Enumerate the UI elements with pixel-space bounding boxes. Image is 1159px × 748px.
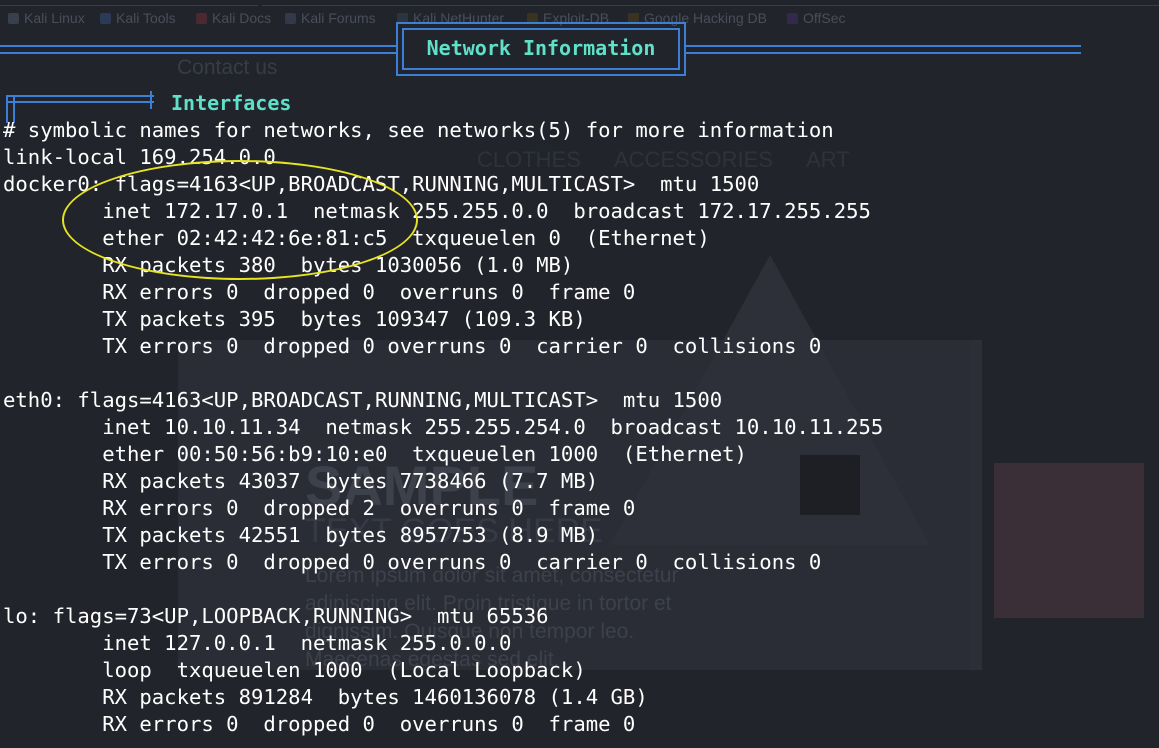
section-rule [6,95,154,103]
terminal-line: TX packets 42551 bytes 8957753 (8.9 MB) [3,523,599,547]
banner-rule-left [0,45,398,54]
terminal-line: RX errors 0 dropped 0 overruns 0 frame 0 [3,712,636,736]
terminal-line: RX packets 891284 bytes 1460136078 (1.4 … [3,685,648,709]
terminal-line: inet 127.0.0.1 netmask 255.0.0.0 [3,631,512,655]
terminal-line: RX errors 0 dropped 0 overruns 0 frame 0 [3,280,636,304]
terminal-line: eth0: flags=4163<UP,BROADCAST,RUNNING,MU… [3,388,723,412]
banner-title: Network Information [426,36,656,60]
terminal-line: RX packets 43037 bytes 7738466 (7.7 MB) [3,469,599,493]
terminal-window[interactable]: Network Information Interfaces # symboli… [0,0,1159,748]
terminal-line: RX errors 0 dropped 2 overruns 0 frame 0 [3,496,636,520]
terminal-line: TX errors 0 dropped 0 overruns 0 carrier… [3,334,822,358]
terminal-line: # symbolic names for networks, see netwo… [3,118,834,142]
terminal-line: loop txqueuelen 1000 (Local Loopback) [3,658,586,682]
terminal-line: lo: flags=73<UP,LOOPBACK,RUNNING> mtu 65… [3,604,549,628]
section-title: Interfaces [171,91,292,115]
terminal-line: TX packets 395 bytes 109347 (109.3 KB) [3,307,586,331]
terminal-line: TX errors 0 dropped 0 overruns 0 carrier… [3,550,822,574]
highlight-annotation [62,160,418,280]
section-rule-tick [150,91,152,109]
terminal-line: ether 00:50:56:b9:10:e0 txqueuelen 1000 … [3,442,747,466]
terminal-line: inet 10.10.11.34 netmask 255.255.254.0 b… [3,415,884,439]
terminal-line: link-local 169.254.0.0 [3,145,276,169]
banner-rule-right [684,45,1081,54]
